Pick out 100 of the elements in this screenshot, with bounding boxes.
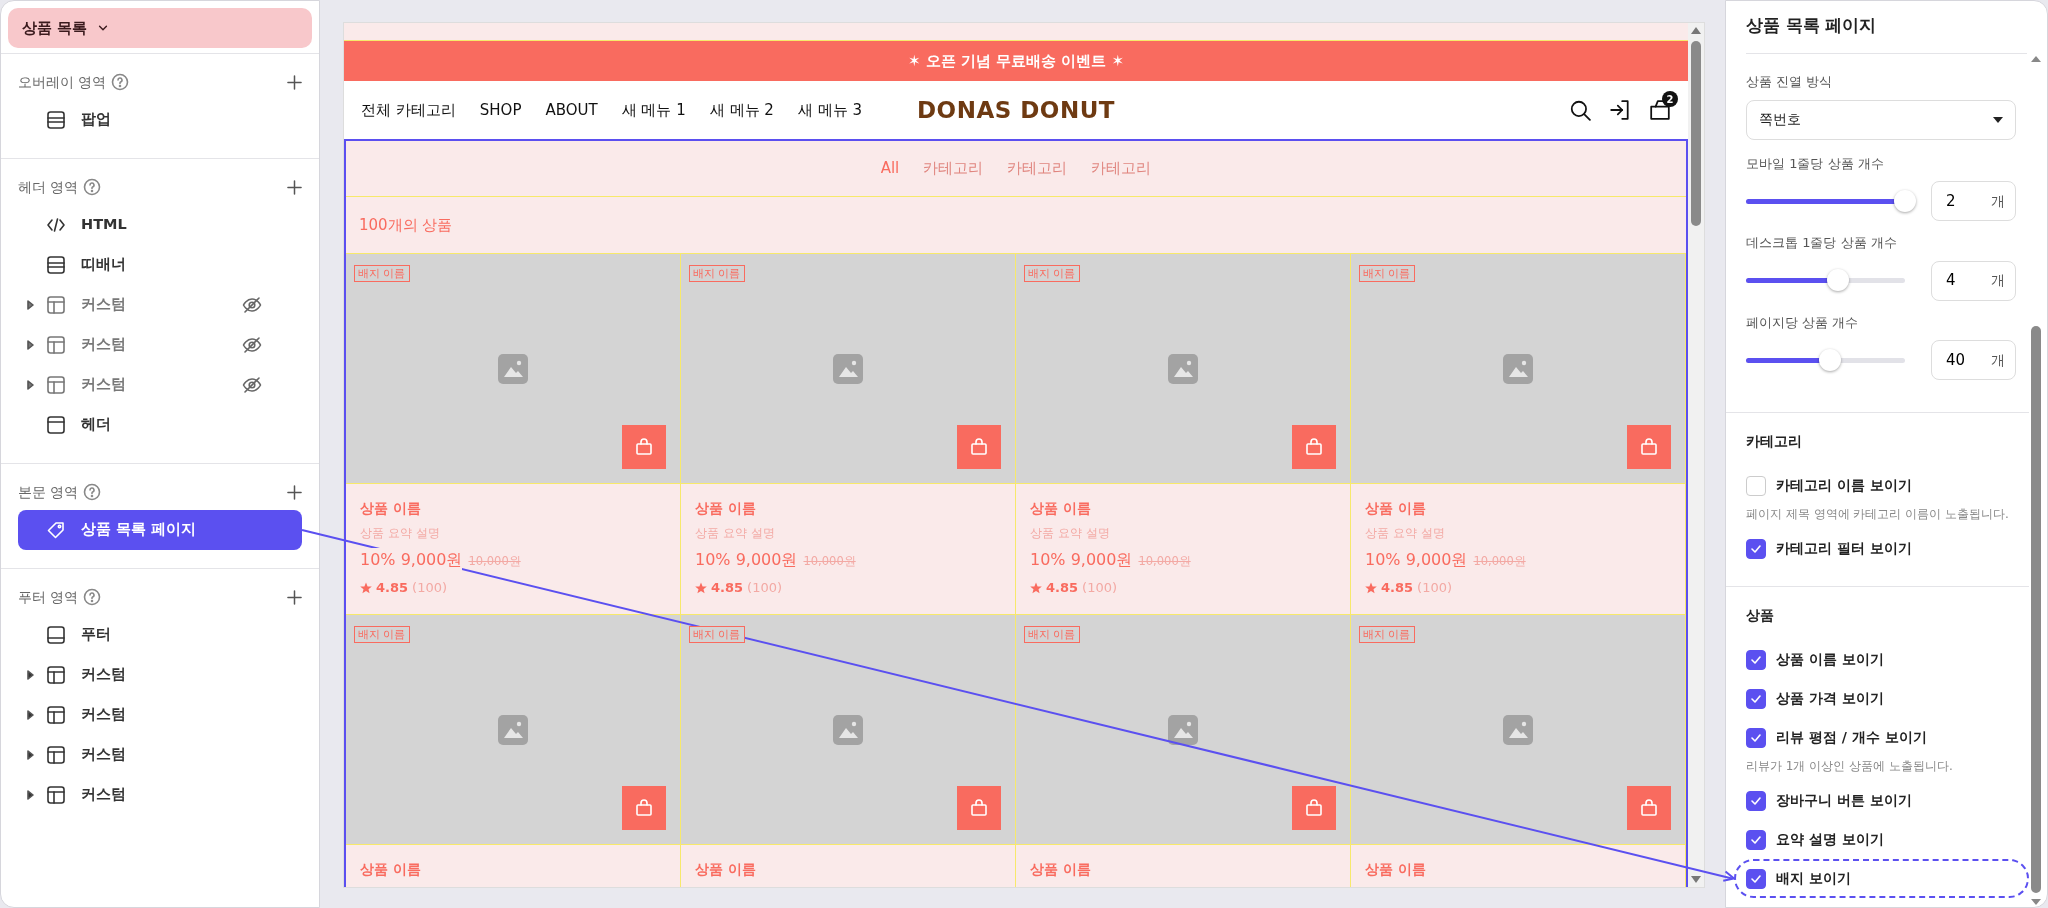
check-icon: [1750, 692, 1762, 705]
count-field[interactable]: 2 개: [1931, 181, 2016, 221]
add-icon[interactable]: [287, 484, 302, 500]
panel-icon: [46, 255, 66, 275]
caret-right-icon[interactable]: [27, 340, 34, 350]
logo[interactable]: DONAS DONUT: [917, 92, 1115, 128]
field-label: 모바일 1줄당 상품 개수: [1746, 154, 1885, 173]
checkbox-option[interactable]: 상품 가격 보이기: [1734, 679, 2029, 718]
image-icon: [1168, 714, 1198, 745]
bag-icon: [635, 438, 653, 456]
add-icon[interactable]: [287, 589, 302, 605]
caret-right-icon[interactable]: [27, 300, 34, 310]
review-count: (100): [1417, 579, 1453, 598]
count-input[interactable]: 2: [1946, 189, 1986, 213]
nav-link[interactable]: 새 메뉴 2: [709, 98, 774, 122]
checkbox[interactable]: [1746, 538, 1766, 559]
caret-right-icon[interactable]: [27, 790, 34, 800]
layer-item[interactable]: 커스텀: [18, 325, 302, 365]
layer-item[interactable]: 팝업: [18, 100, 302, 140]
cart-count-badge: 2: [1662, 91, 1678, 107]
layer-item[interactable]: 커스텀: [18, 365, 302, 405]
help-icon[interactable]: [83, 483, 102, 501]
caret-right-icon[interactable]: [27, 670, 34, 680]
slider-thumb[interactable]: [1894, 189, 1916, 212]
nav-link[interactable]: SHOP: [479, 98, 522, 122]
caret-right-icon[interactable]: [27, 380, 34, 390]
slider-thumb[interactable]: [1827, 269, 1850, 291]
section-title: 오버레이 영역: [18, 72, 107, 92]
count-input[interactable]: 40: [1946, 348, 1986, 372]
bag-icon: [1640, 438, 1658, 456]
check-icon: [1750, 653, 1762, 666]
layer-item[interactable]: 커스텀: [18, 775, 302, 815]
login-icon[interactable]: [1609, 99, 1631, 121]
help-icon[interactable]: [83, 588, 102, 606]
bag-icon: [1305, 438, 1323, 456]
product-badge: 배지 이름: [354, 626, 410, 644]
checkbox[interactable]: [1746, 829, 1766, 850]
eye-slash-icon[interactable]: [242, 375, 262, 395]
slider-thumb[interactable]: [1819, 348, 1842, 371]
help-icon[interactable]: [83, 178, 102, 196]
eye-slash-icon[interactable]: [242, 335, 262, 355]
star-icon: [1365, 582, 1377, 594]
group-title: 상품: [1746, 606, 1775, 625]
bag-icon: [1305, 799, 1323, 817]
nav-link[interactable]: ABOUT: [545, 98, 598, 122]
product-price: 10% 9,000원: [360, 548, 463, 573]
add-icon[interactable]: [287, 179, 302, 195]
panel-title: 상품 목록 페이지: [1745, 15, 1878, 37]
original-price: 10,000원: [1473, 553, 1526, 571]
count-field[interactable]: 4 개: [1931, 260, 2016, 301]
count-input[interactable]: 4: [1946, 269, 1986, 292]
scrollbar[interactable]: [1688, 23, 1704, 887]
checkbox[interactable]: [1746, 868, 1766, 889]
eye-slash-icon[interactable]: [242, 295, 262, 315]
star-icon: [695, 582, 707, 594]
caret-right-icon[interactable]: [27, 750, 34, 760]
checkbox-option[interactable]: 카테고리 이름 보이기: [1734, 466, 2029, 505]
nav-link[interactable]: 새 메뉴 3: [797, 98, 862, 122]
bag-icon: [635, 799, 653, 817]
layer-item[interactable]: 상품 목록 페이지: [18, 510, 302, 550]
rating: 4.85: [376, 579, 409, 598]
checkbox[interactable]: [1746, 649, 1766, 670]
layer-item[interactable]: 커스텀: [18, 695, 302, 735]
layout-icon: [46, 745, 66, 765]
checkbox-option[interactable]: 요약 설명 보이기: [1734, 820, 2029, 859]
layout-icon: [46, 665, 66, 685]
unit-label: 개: [1991, 350, 2005, 370]
product-badge: 배지 이름: [1359, 626, 1415, 644]
search-icon[interactable]: [1569, 99, 1591, 121]
promo-banner: ✶ 오픈 기념 무료배송 이벤트 ✶: [344, 40, 1688, 81]
checkbox[interactable]: [1746, 688, 1766, 709]
checkbox[interactable]: [1746, 727, 1766, 748]
slider[interactable]: [1746, 190, 1916, 212]
nav-link[interactable]: 전체 카테고리: [361, 98, 456, 122]
display-select[interactable]: 쪽번호: [1746, 99, 2016, 140]
section-title: 본문 영역: [18, 482, 79, 502]
checkbox-option[interactable]: 장바구니 버튼 보이기: [1734, 781, 2029, 820]
checkbox-option[interactable]: 상품 이름 보이기: [1734, 640, 2029, 679]
product-badge: 배지 이름: [1024, 265, 1080, 283]
layer-item[interactable]: 커스텀: [18, 655, 302, 695]
product-badge: 배지 이름: [1359, 265, 1415, 283]
checkbox-option[interactable]: 카테고리 필터 보이기: [1734, 529, 2029, 568]
layer-item[interactable]: 띠배너: [18, 245, 302, 285]
tag-icon: [46, 520, 66, 540]
help-icon[interactable]: [111, 73, 130, 91]
product-badge: 배지 이름: [1024, 626, 1080, 644]
count-field[interactable]: 40 개: [1931, 340, 2016, 380]
page-selector-dropdown[interactable]: 상품 목록: [8, 8, 312, 48]
checkbox[interactable]: [1746, 790, 1766, 811]
layer-item[interactable]: HTML: [18, 205, 302, 245]
caret-right-icon[interactable]: [27, 710, 34, 720]
nav-link[interactable]: 새 메뉴 1: [621, 98, 686, 122]
check-icon: [1750, 794, 1762, 807]
add-icon[interactable]: [287, 74, 302, 90]
checkbox-option[interactable]: 배지 보이기: [1734, 859, 2029, 898]
layer-item[interactable]: 커스텀: [18, 735, 302, 775]
checkbox-option[interactable]: 리뷰 평점 / 개수 보이기: [1734, 718, 2029, 757]
layer-item[interactable]: 헤더: [18, 405, 302, 445]
layer-item[interactable]: 커스텀: [18, 285, 302, 325]
layer-item[interactable]: 푸터: [18, 615, 302, 655]
